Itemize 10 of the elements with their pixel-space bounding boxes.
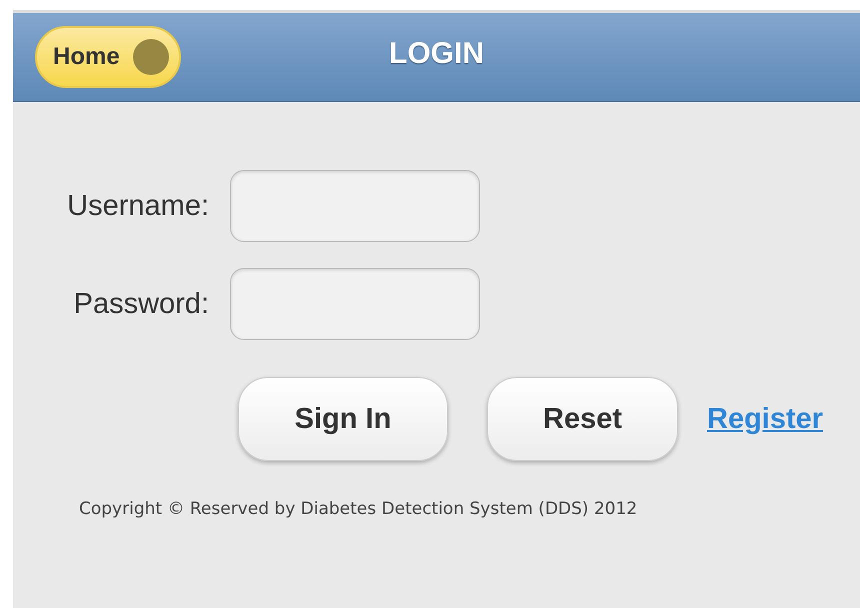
home-icon	[133, 39, 169, 75]
username-field[interactable]	[230, 170, 480, 242]
field-label: Username:	[66, 190, 209, 222]
reset-button[interactable]: Reset	[487, 377, 678, 461]
sign-in-button[interactable]: Sign In	[238, 377, 448, 461]
field-label: Password:	[72, 288, 209, 320]
page-title: LOGIN	[389, 37, 484, 71]
password-field[interactable]	[230, 268, 480, 340]
copyright-text: Copyright © Reserved by Diabetes Detection System (DDS) 2012	[79, 499, 638, 519]
home-button[interactable]: Home	[35, 26, 181, 88]
